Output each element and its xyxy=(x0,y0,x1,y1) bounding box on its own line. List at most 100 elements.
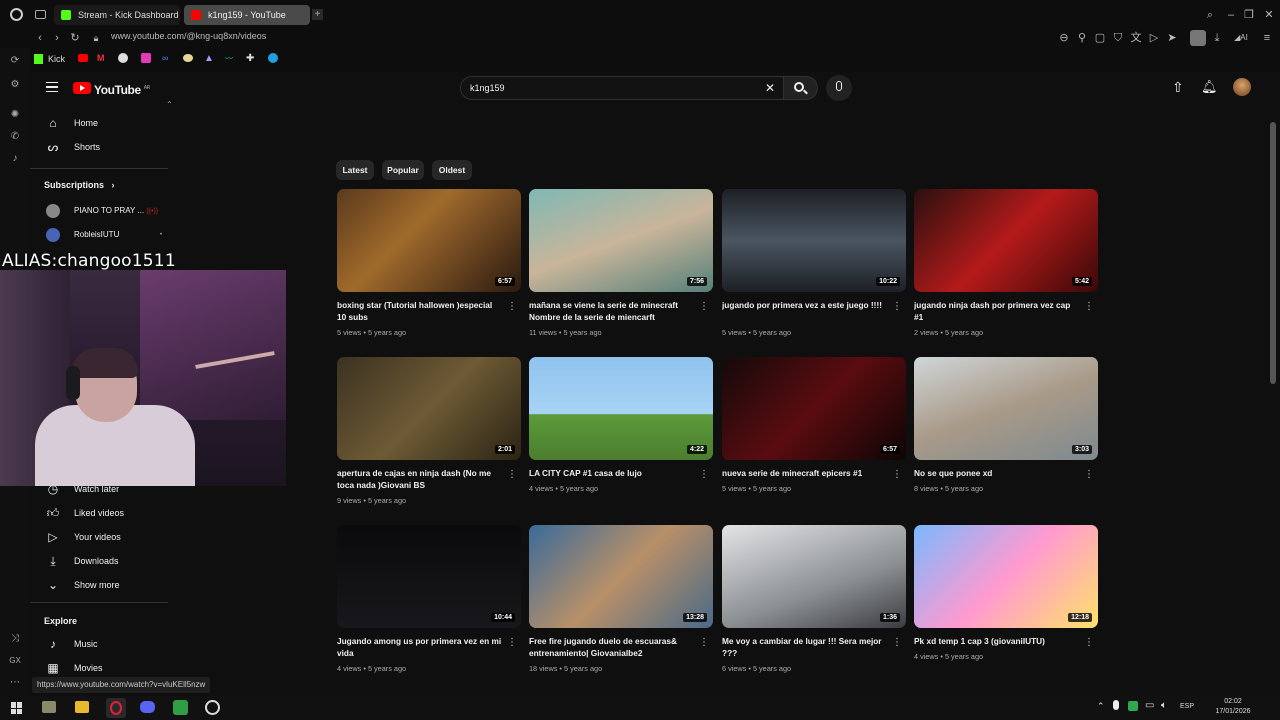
snapshot-icon[interactable]: ▢ xyxy=(1093,31,1107,45)
video-thumbnail[interactable]: 4:22 xyxy=(529,357,713,460)
video-thumbnail[interactable]: 10:22 xyxy=(722,189,906,292)
sidebar-item-downloads[interactable]: ⤓ Downloads xyxy=(44,549,174,573)
sidebar-sub-item[interactable]: RobleisIUTU • xyxy=(44,223,174,247)
translate-icon[interactable]: 文 xyxy=(1129,31,1143,45)
close-window-icon[interactable]: ✕ xyxy=(1262,8,1276,22)
chip-popular[interactable]: Popular xyxy=(382,160,424,180)
video-thumbnail[interactable]: 12:18 xyxy=(914,525,1098,628)
video-thumbnail[interactable]: 6:57 xyxy=(337,189,521,292)
opera-gx-icon[interactable] xyxy=(106,698,126,718)
more-actions-icon[interactable]: ⋮ xyxy=(1084,469,1094,483)
tiktok-icon[interactable]: ♪ xyxy=(8,152,22,166)
video-title[interactable]: LA CITY CAP #1 casa de lujo xyxy=(529,468,695,480)
video-thumbnail[interactable]: 5:42 xyxy=(914,189,1098,292)
whatsapp-icon[interactable]: ✆ xyxy=(8,130,22,144)
bookmark-icon-9[interactable]: ✚ xyxy=(246,53,256,64)
video-title[interactable]: jugando ninja dash por primera vez cap #… xyxy=(914,300,1080,323)
tab-kick-dashboard[interactable]: Stream - Kick Dashboard xyxy=(54,5,180,25)
rail-more-icon[interactable]: ⋯ xyxy=(8,676,22,690)
chatgpt-icon[interactable]: ✺ xyxy=(8,108,22,122)
clock-time[interactable]: 02:02 xyxy=(1213,698,1253,705)
video-title[interactable]: boxing star (Tutorial hallowen )especial… xyxy=(337,300,503,323)
sidebar-subscriptions-heading[interactable]: Subscriptions › xyxy=(44,180,115,190)
video-thumbnail[interactable]: 6:57 xyxy=(722,357,906,460)
video-card[interactable]: 1:36 Me voy a cambiar de lugar !!! Sera m… xyxy=(722,525,906,683)
tray-network-icon[interactable]: ▭ xyxy=(1145,700,1154,711)
video-card[interactable]: 6:57 nueva serie de minecraft epicers #1 5… xyxy=(722,357,906,515)
voice-search-button[interactable] xyxy=(826,75,852,101)
upload-icon[interactable]: ⇧ xyxy=(1172,79,1184,96)
rail-icon-bottom-2[interactable]: GX xyxy=(8,654,22,668)
chip-latest[interactable]: Latest xyxy=(336,160,374,180)
video-title[interactable]: apertura de cajas en ninja dash (No me t… xyxy=(337,468,503,491)
history-icon[interactable]: ⟳ xyxy=(8,54,22,68)
video-card[interactable]: 12:18 Pk xd temp 1 cap 3 (giovaniIUTU) 4 v… xyxy=(914,525,1098,683)
guide-menu-icon[interactable] xyxy=(46,82,58,92)
bookmark-kick[interactable]: Kick xyxy=(34,53,65,65)
youtube-bookmark-icon[interactable] xyxy=(78,54,88,62)
profile-avatar-small[interactable] xyxy=(1190,30,1206,46)
sidebar-item-home[interactable]: ⌂ Home xyxy=(44,111,174,135)
video-card[interactable]: 6:57 boxing star (Tutorial hallowen )espe… xyxy=(337,189,521,347)
keyboard-language[interactable]: ESP xyxy=(1180,703,1194,710)
minimize-icon[interactable]: – xyxy=(1224,8,1238,22)
more-actions-icon[interactable]: ⋮ xyxy=(507,469,517,483)
more-actions-icon[interactable]: ⋮ xyxy=(507,301,517,315)
more-actions-icon[interactable]: ⋮ xyxy=(892,469,902,483)
search-box[interactable]: k1ng159 ✕ xyxy=(460,76,784,100)
obs-icon[interactable] xyxy=(205,700,220,715)
sidebar-item-shorts[interactable]: ᔕ Shorts xyxy=(44,135,174,159)
bookmark-icon-6[interactable] xyxy=(183,54,193,62)
clock-date[interactable]: 17/01/2026 xyxy=(1213,708,1253,715)
account-avatar[interactable] xyxy=(1233,78,1251,96)
youtube-logo[interactable]: YouTube AR xyxy=(73,80,150,97)
bookmark-icon-8[interactable]: 〰 xyxy=(225,53,235,63)
ai-icon[interactable]: ◢AI xyxy=(1232,31,1250,45)
zoom-icon[interactable]: ⊖ xyxy=(1057,31,1071,45)
sidebar-item-music[interactable]: ♪ Music xyxy=(44,632,174,656)
video-title[interactable]: Me voy a cambiar de lugar !!! Sera mejor… xyxy=(722,636,888,659)
sidebar-item-liked-videos[interactable]: 👍︎ Liked videos xyxy=(44,501,174,525)
video-thumbnail[interactable]: 3:03 xyxy=(914,357,1098,460)
send-icon[interactable]: ➤ xyxy=(1165,31,1179,45)
video-title[interactable]: Jugando among us por primera vez en mi v… xyxy=(337,636,503,659)
new-tab-button[interactable]: + xyxy=(312,9,323,20)
browser-logo-icon[interactable] xyxy=(10,8,23,21)
menu-icon[interactable]: ≡ xyxy=(1260,31,1274,45)
video-card[interactable]: 3:03 No se que ponee xd 8 views • 5 years … xyxy=(914,357,1098,515)
video-thumbnail[interactable]: 1:36 xyxy=(722,525,906,628)
search-tabs-icon[interactable]: ⌕ xyxy=(1203,8,1217,22)
chip-oldest[interactable]: Oldest xyxy=(432,160,472,180)
video-thumbnail[interactable]: 13:28 xyxy=(529,525,713,628)
bookmark-icon-7[interactable]: ▲ xyxy=(204,53,214,64)
search-button[interactable] xyxy=(784,76,818,100)
search-input[interactable]: k1ng159 xyxy=(470,83,505,93)
video-card[interactable]: 4:22 LA CITY CAP #1 casa de lujo 4 views •… xyxy=(529,357,713,515)
bookmark-icon-5[interactable]: ∞ xyxy=(162,53,172,63)
restore-icon[interactable]: ❐ xyxy=(1242,8,1256,22)
video-card[interactable]: 2:01 apertura de cajas en ninja dash (No … xyxy=(337,357,521,515)
notifications-icon[interactable]: 🔔︎ xyxy=(1201,79,1218,95)
download-icon[interactable]: ⤓ xyxy=(1210,31,1224,45)
tab-overview-icon[interactable] xyxy=(35,10,46,19)
more-actions-icon[interactable]: ⋮ xyxy=(699,469,709,483)
more-actions-icon[interactable]: ⋮ xyxy=(699,637,709,651)
start-icon[interactable] xyxy=(11,702,23,714)
file-explorer-icon[interactable] xyxy=(75,701,89,713)
video-card[interactable]: 10:22 jugando por primera vez a este jueg… xyxy=(722,189,906,347)
sidebar-scroll-up-icon[interactable]: ⌃ xyxy=(166,100,173,109)
discord-icon[interactable] xyxy=(140,701,155,713)
back-icon[interactable]: ‹ xyxy=(33,31,47,45)
video-title[interactable]: mañana se viene la serie de minecraft No… xyxy=(529,300,695,324)
video-thumbnail[interactable]: 10:44 xyxy=(337,525,521,628)
tray-green-icon[interactable] xyxy=(1128,701,1138,711)
bookmark-icon-10[interactable] xyxy=(268,53,278,63)
clear-search-icon[interactable]: ✕ xyxy=(765,81,775,95)
sidebar-item-your-videos[interactable]: ▷ Your videos xyxy=(44,525,174,549)
more-actions-icon[interactable]: ⋮ xyxy=(892,301,902,315)
tray-speaker-icon[interactable]: 🔈︎ xyxy=(1161,700,1167,711)
taskbar-green-app-icon[interactable] xyxy=(173,700,188,715)
page-scrollbar[interactable] xyxy=(1270,122,1276,384)
video-thumbnail[interactable]: 2:01 xyxy=(337,357,521,460)
more-actions-icon[interactable]: ⋮ xyxy=(1084,637,1094,651)
